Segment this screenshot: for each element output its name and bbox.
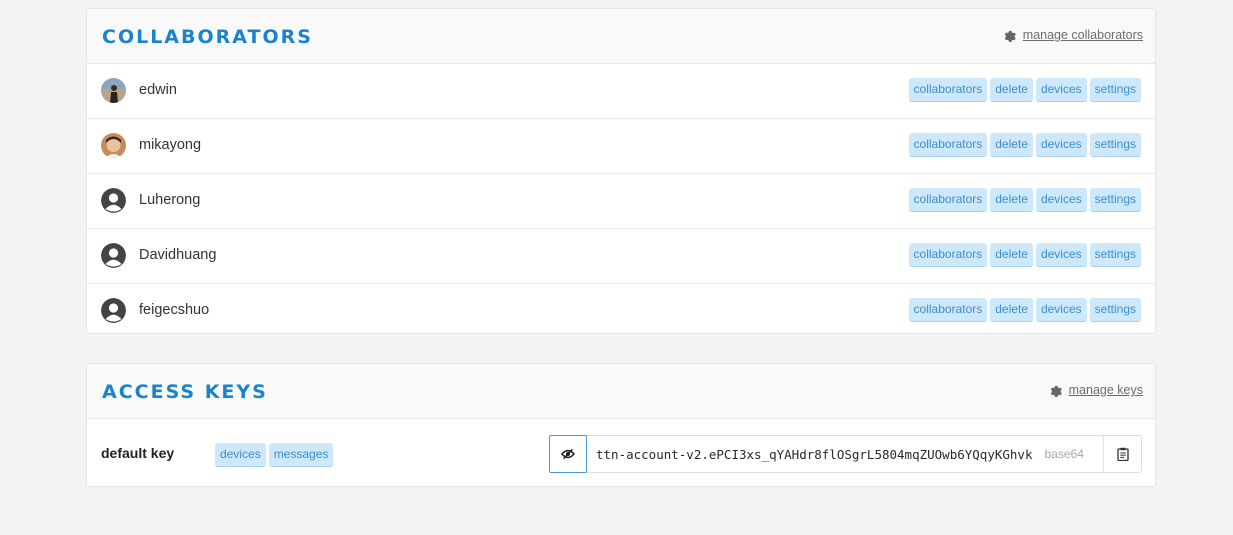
gear-icon — [1050, 385, 1062, 397]
user-icon — [101, 243, 126, 268]
copy-key-button[interactable] — [1103, 436, 1141, 472]
right-tag-delete[interactable]: delete — [990, 188, 1033, 212]
right-tag-devices[interactable]: devices — [1035, 78, 1087, 102]
right-tag-settings[interactable]: settings — [1089, 78, 1141, 102]
collaborators-list: edwin collaborators delete devices setti… — [87, 64, 1155, 338]
key-encoding[interactable]: base64 — [1045, 447, 1084, 461]
key-name: default key — [101, 445, 175, 461]
right-tag-collaborators[interactable]: collaborators — [908, 78, 988, 102]
key-value-box: ttn-account-v2.ePCI3xs_qYAHdr8flOSgrL580… — [549, 434, 1142, 473]
collaborator-row: Davidhuang collaborators delete devices … — [87, 229, 1155, 284]
collaborator-name: Luherong — [139, 192, 201, 208]
collaborator-row: mikayong collaborators delete devices se… — [87, 119, 1155, 174]
toggle-key-visibility-button[interactable] — [549, 434, 587, 473]
access-keys-title: ACCESS KEYS — [102, 381, 268, 403]
clipboard-icon — [1116, 447, 1129, 461]
avatar — [101, 133, 126, 158]
right-tag-collaborators[interactable]: collaborators — [908, 243, 988, 267]
collaborators-header: COLLABORATORS manage collaborators — [87, 9, 1155, 64]
manage-keys-link[interactable]: manage keys — [1049, 383, 1143, 397]
collaborator-name: Davidhuang — [139, 247, 217, 263]
avatar — [101, 78, 126, 103]
access-keys-header: ACCESS KEYS manage keys — [87, 364, 1155, 419]
collaborator-rights: collaborators delete devices settings — [908, 298, 1141, 322]
right-tag-devices[interactable]: devices — [1035, 133, 1087, 157]
collaborator-rights: collaborators delete devices settings — [908, 188, 1141, 212]
collaborator-name: mikayong — [139, 137, 202, 153]
right-tag-delete[interactable]: delete — [990, 133, 1033, 157]
avatar — [101, 243, 126, 268]
collaborator-name: feigecshuo — [139, 302, 210, 318]
manage-keys-label: manage keys — [1068, 383, 1143, 397]
eye-slash-icon — [561, 448, 575, 459]
right-tag-collaborators[interactable]: collaborators — [908, 298, 988, 322]
access-keys-panel: ACCESS KEYS manage keys default key devi… — [86, 363, 1156, 487]
collaborator-row: edwin collaborators delete devices setti… — [87, 64, 1155, 119]
collaborators-title: COLLABORATORS — [102, 26, 313, 48]
right-tag-delete[interactable]: delete — [990, 243, 1033, 267]
right-tag-devices[interactable]: devices — [215, 443, 266, 467]
avatar — [101, 298, 126, 323]
key-rights: devices messages — [215, 443, 334, 467]
user-icon — [101, 188, 126, 213]
manage-collaborators-link[interactable]: manage collaborators — [1003, 28, 1143, 42]
collaborator-row: Luherong collaborators delete devices se… — [87, 174, 1155, 229]
right-tag-collaborators[interactable]: collaborators — [908, 133, 988, 157]
right-tag-devices[interactable]: devices — [1035, 188, 1087, 212]
right-tag-settings[interactable]: settings — [1089, 133, 1141, 157]
right-tag-messages[interactable]: messages — [268, 443, 334, 467]
collaborator-name: edwin — [139, 82, 177, 98]
collaborators-panel: COLLABORATORS manage collaborators edwin… — [86, 8, 1156, 334]
access-key-row: default key devices messages ttn-account… — [87, 419, 1155, 487]
right-tag-delete[interactable]: delete — [990, 78, 1033, 102]
right-tag-settings[interactable]: settings — [1089, 298, 1141, 322]
right-tag-settings[interactable]: settings — [1089, 188, 1141, 212]
user-icon — [101, 298, 126, 323]
right-tag-devices[interactable]: devices — [1035, 298, 1087, 322]
avatar — [101, 188, 126, 213]
right-tag-settings[interactable]: settings — [1089, 243, 1141, 267]
right-tag-devices[interactable]: devices — [1035, 243, 1087, 267]
manage-collaborators-label: manage collaborators — [1022, 28, 1143, 42]
right-tag-collaborators[interactable]: collaborators — [908, 188, 988, 212]
collaborator-rights: collaborators delete devices settings — [908, 78, 1141, 102]
collaborator-row: feigecshuo collaborators delete devices … — [87, 284, 1155, 338]
key-value[interactable]: ttn-account-v2.ePCI3xs_qYAHdr8flOSgrL580… — [596, 447, 1033, 462]
collaborator-rights: collaborators delete devices settings — [908, 243, 1141, 267]
collaborator-rights: collaborators delete devices settings — [908, 133, 1141, 157]
right-tag-delete[interactable]: delete — [990, 298, 1033, 322]
gear-icon — [1004, 30, 1016, 42]
